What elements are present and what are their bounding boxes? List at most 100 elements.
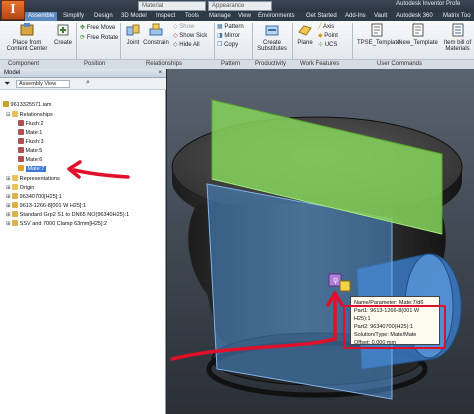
create-substitutes-label: Create Substitutes <box>257 39 287 53</box>
tab-add-ins[interactable]: Add-Ins <box>345 12 366 21</box>
red-annotation-arrow <box>67 160 130 179</box>
tree-item-representations-label: Representations <box>19 176 60 182</box>
free-move-button[interactable]: ✥ Free Move <box>80 24 115 32</box>
flush-constraint-icon <box>18 138 24 144</box>
material-dropdown[interactable]: Material <box>138 1 206 11</box>
show-sick-button[interactable]: ◇ Show Sick <box>173 32 207 40</box>
tab-3d-model[interactable]: 3D Model <box>121 12 147 21</box>
free-rotate-label: Free Rotate <box>86 35 119 41</box>
pattern-label: Pattern <box>224 24 244 30</box>
expand-icon: ⊞ <box>6 176 11 182</box>
create-substitutes-button[interactable]: Create Substitutes <box>255 23 289 53</box>
tree-item-relationships[interactable]: ⊟ Relationships <box>6 110 53 119</box>
tab-view[interactable]: View <box>238 12 251 21</box>
tree-item-origin-label: Origin <box>19 185 35 191</box>
browser-close-icon[interactable]: × <box>158 69 162 78</box>
filter-icon[interactable]: ⏷ <box>4 79 10 89</box>
tpse-template-button[interactable]: TPSE_Template <box>357 23 400 46</box>
tree-item-standard-grp2[interactable]: ⊞ Standard Grp2 S1 to DN65 NO(96340H25):… <box>6 210 129 219</box>
ucs-button[interactable]: ⊹ UCS <box>318 41 337 49</box>
tree-item-flush-2[interactable]: Flush:2 <box>18 119 44 128</box>
tab-matrix-tools[interactable]: Matrix Too <box>443 12 471 21</box>
place-from-content-center-button[interactable]: Place from Content Center <box>3 23 51 53</box>
graphics-viewport[interactable]: ⚲ <box>167 69 474 414</box>
new-template-button[interactable]: New_Template <box>397 23 439 46</box>
ucs-icon: ⊹ <box>318 42 324 48</box>
mate-constraint-icon <box>18 165 24 171</box>
tab-manage[interactable]: Manage <box>209 12 231 21</box>
expand-icon: ⊞ <box>6 221 11 227</box>
tree-item-part-9613-1266-label: 9613-1266-8[001 W H25]:1 <box>19 203 87 209</box>
tree-item-mate-5[interactable]: Mate:5 <box>18 146 42 155</box>
tree-item-mate-1[interactable]: Mate:1 <box>18 128 42 137</box>
part-icon <box>12 193 19 199</box>
hide-all-button[interactable]: ◇ Hide All <box>173 41 200 49</box>
browser-toolbar: ⏷ Assembly View ⌕ <box>0 78 166 90</box>
tab-environments[interactable]: Environments <box>258 12 295 21</box>
tree-item-mate-6-label: Mate:6 <box>25 157 43 163</box>
group-label-component: Component <box>8 61 40 67</box>
binoculars-icon[interactable]: ⌕ <box>86 79 90 87</box>
joint-label: Joint <box>126 39 140 46</box>
tree-item-part-9613-1266[interactable]: ⊞ 9613-1266-8[001 W H25]:1 <box>6 201 86 210</box>
free-rotate-icon: ⟳ <box>80 35 86 41</box>
tab-vault[interactable]: Vault <box>374 12 387 21</box>
tree-item-mate-7-label: Mate:7 <box>25 166 47 172</box>
tree-item-part-96340700[interactable]: ⊞ 96340700[H25]:1 <box>6 192 62 201</box>
joint-icon <box>126 24 140 36</box>
tree-item-mate-7[interactable]: Mate:7 <box>18 164 47 173</box>
tree-item-ssv-clamp[interactable]: ⊞ SSV and 7000 Clamp 63mm[H25]:2 <box>6 219 107 228</box>
copy-button[interactable]: ❐ Copy <box>217 41 238 49</box>
pattern-icon: ▦ <box>217 24 223 30</box>
tree-item-root[interactable]: 9613325571.iam <box>3 100 52 109</box>
plane-button[interactable]: Plane <box>294 23 316 46</box>
constrain-button[interactable]: Constrain <box>142 23 170 46</box>
tree-item-mate-6[interactable]: Mate:6 <box>18 155 42 164</box>
create-component-button[interactable]: Create <box>52 23 74 46</box>
point-label: Point <box>324 33 338 39</box>
tab-tools[interactable]: Tools <box>185 12 199 21</box>
copy-label: Copy <box>224 42 239 48</box>
show-icon: ◇ <box>173 24 178 30</box>
constrain-label: Constrain <box>143 39 169 46</box>
axis-label: Axis <box>322 24 335 30</box>
appearance-dropdown[interactable]: Appearance <box>208 1 272 11</box>
point-button[interactable]: ◆ Point <box>318 32 338 40</box>
tree-item-part-96340700-label: 96340700[H25]:1 <box>19 194 62 200</box>
axis-button[interactable]: ╱ Axis <box>318 23 334 31</box>
expand-icon: ⊞ <box>6 194 11 200</box>
tab-get-started[interactable]: Get Started <box>306 12 337 21</box>
plane-icon <box>298 25 312 36</box>
tab-assemble[interactable]: Assemble <box>25 12 58 21</box>
subassembly-icon <box>12 211 19 217</box>
mirror-button[interactable]: ◨ Mirror <box>217 32 240 40</box>
tab-design[interactable]: Design <box>94 12 113 21</box>
new-template-icon <box>412 23 424 37</box>
tree-item-mate-5-label: Mate:5 <box>25 148 43 154</box>
assembly-view-label: Assembly View <box>19 81 57 87</box>
red-annotation-box <box>343 305 446 349</box>
tab-simplify[interactable]: Simplify <box>63 12 84 21</box>
assembly-view-dropdown[interactable]: Assembly View <box>16 80 70 88</box>
inventor-app-icon[interactable]: I <box>1 0 25 20</box>
tab-inspect[interactable]: Inspect <box>156 12 175 21</box>
show-sick-icon: ◇ <box>173 33 178 39</box>
appearance-dropdown-label: Appearance <box>212 3 245 9</box>
tree-item-representations[interactable]: ⊞ Representations <box>6 174 60 183</box>
mate-glyph-part2[interactable] <box>339 280 351 292</box>
show-sick-label: Show Sick <box>179 33 208 39</box>
item-bill-of-materials-button[interactable]: Item bill of Materials <box>441 23 474 53</box>
tree-item-flush-3[interactable]: Flush:3 <box>18 137 44 146</box>
browser-title: Model <box>4 70 21 76</box>
hide-all-label: Hide All <box>179 42 200 48</box>
joint-button[interactable]: Joint <box>122 23 144 46</box>
constrain-icon <box>149 23 163 36</box>
plane-label: Plane <box>297 39 313 46</box>
free-rotate-button[interactable]: ⟳ Free Rotate <box>80 34 118 42</box>
tree-item-origin[interactable]: ⊞ Origin <box>6 183 34 192</box>
show-button[interactable]: ◇ Show <box>173 23 194 31</box>
tab-autodesk-360[interactable]: Autodesk 360 <box>396 12 433 21</box>
hide-all-icon: ◇ <box>173 42 178 48</box>
pattern-button[interactable]: ▦ Pattern <box>217 23 244 31</box>
free-move-icon: ✥ <box>80 25 86 31</box>
